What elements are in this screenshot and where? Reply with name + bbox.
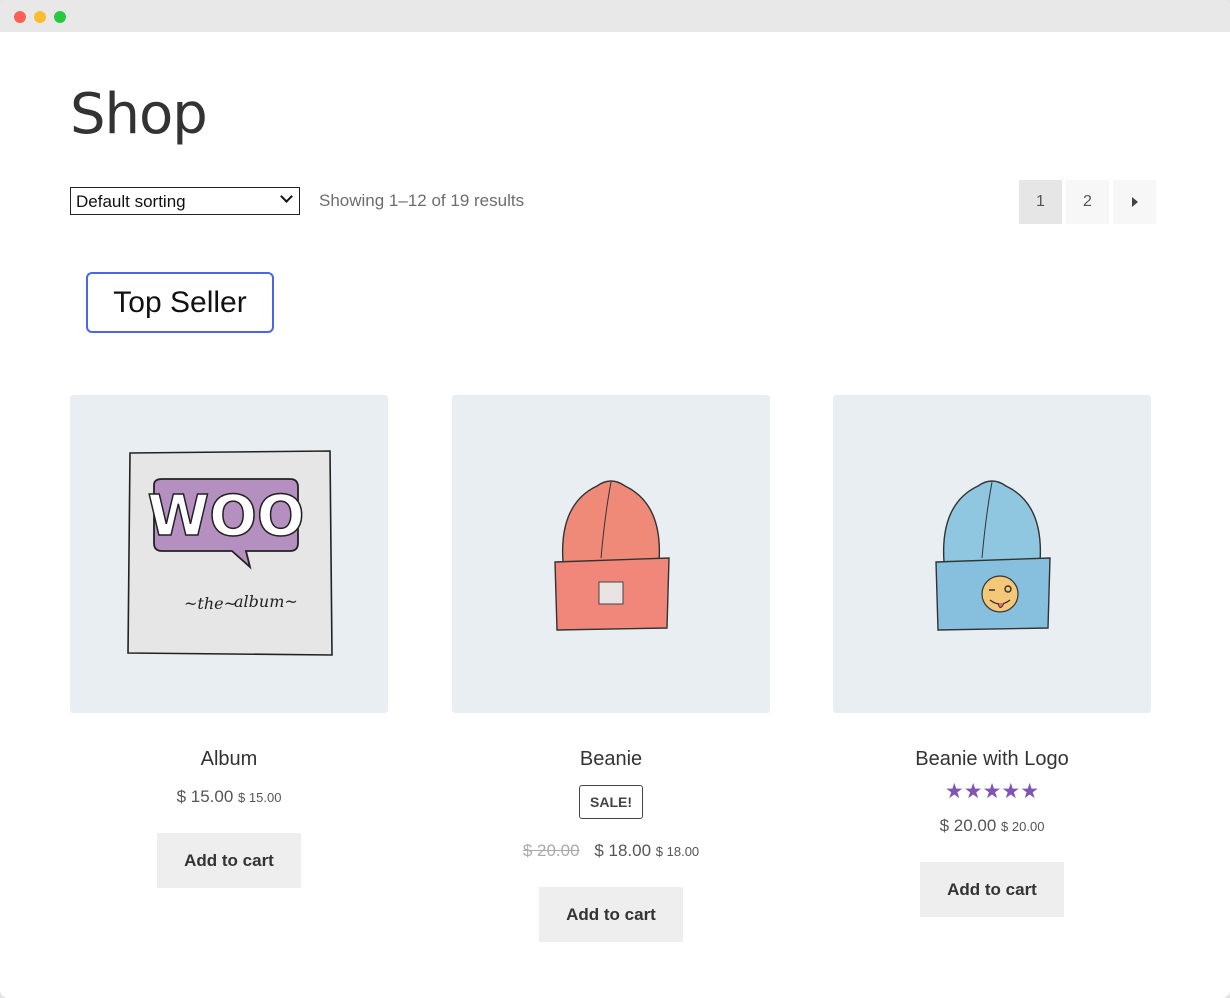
close-window-button[interactable] bbox=[14, 11, 26, 23]
price-amount: $ 18.00 bbox=[594, 841, 652, 860]
add-to-cart-button[interactable]: Add to cart bbox=[539, 887, 683, 942]
minimize-window-button[interactable] bbox=[34, 11, 46, 23]
price-amount: $ 15.00 bbox=[176, 787, 234, 806]
sale-badge: SALE! bbox=[579, 785, 643, 819]
price-old: $ 20.00 bbox=[522, 841, 580, 860]
product-price: $ 20.00 $ 18.00 $ 18.00 bbox=[452, 841, 770, 861]
sort-select[interactable]: Default sorting bbox=[70, 187, 300, 215]
result-count: Showing 1–12 of 19 results bbox=[319, 191, 525, 210]
next-page-button[interactable] bbox=[1113, 180, 1156, 224]
beanie-with-logo-illustration bbox=[935, 480, 1051, 631]
product-image-album[interactable]: WOO ~the~ album~ bbox=[70, 395, 388, 713]
browser-window: Shop Default sorting Showing 1–12 of 19 … bbox=[0, 0, 1230, 998]
beanie-illustration bbox=[554, 480, 670, 631]
product-price: $ 20.00 $ 20.00 bbox=[833, 816, 1151, 836]
page-2-link[interactable]: 2 bbox=[1066, 180, 1109, 224]
maximize-window-button[interactable] bbox=[54, 11, 66, 23]
product-name[interactable]: Beanie with Logo bbox=[833, 745, 1151, 773]
product-image-beanie-with-logo[interactable] bbox=[833, 395, 1151, 713]
price-amount-small: $ 18.00 bbox=[655, 844, 700, 859]
svg-text:WOO: WOO bbox=[148, 484, 305, 549]
product-image-beanie[interactable] bbox=[452, 395, 770, 713]
chevron-down-icon bbox=[280, 190, 293, 203]
product-card-beanie-with-logo: Beanie with Logo ★★★★★ $ 20.00 $ 20.00 A… bbox=[833, 395, 1151, 917]
page-title: Shop bbox=[70, 82, 208, 147]
arrow-right-icon bbox=[1131, 197, 1138, 207]
svg-text:album~: album~ bbox=[234, 592, 298, 611]
product-card-album: WOO ~the~ album~ Album $ 15.00 $ 15.00 A… bbox=[70, 395, 388, 888]
star-rating: ★★★★★ bbox=[944, 780, 1040, 803]
add-to-cart-button[interactable]: Add to cart bbox=[157, 833, 301, 888]
price-amount-small: $ 15.00 bbox=[238, 790, 282, 805]
window-titlebar bbox=[0, 0, 1230, 32]
price-amount: $ 20.00 bbox=[939, 816, 997, 835]
album-illustration: WOO ~the~ album~ bbox=[127, 450, 333, 656]
pagination: 1 2 bbox=[1019, 180, 1156, 224]
add-to-cart-button[interactable]: Add to cart bbox=[920, 862, 1064, 917]
top-seller-button[interactable]: Top Seller bbox=[86, 272, 274, 333]
product-name[interactable]: Beanie bbox=[452, 745, 770, 773]
product-name[interactable]: Album bbox=[70, 745, 388, 773]
product-card-beanie: Beanie SALE! $ 20.00 $ 18.00 $ 18.00 Add… bbox=[452, 395, 770, 942]
svg-text:~the~: ~the~ bbox=[184, 594, 237, 613]
product-price: $ 15.00 $ 15.00 bbox=[70, 787, 388, 807]
page-1-link[interactable]: 1 bbox=[1019, 180, 1062, 224]
sort-select-value: Default sorting bbox=[76, 192, 186, 211]
price-amount-small: $ 20.00 bbox=[1001, 819, 1045, 834]
